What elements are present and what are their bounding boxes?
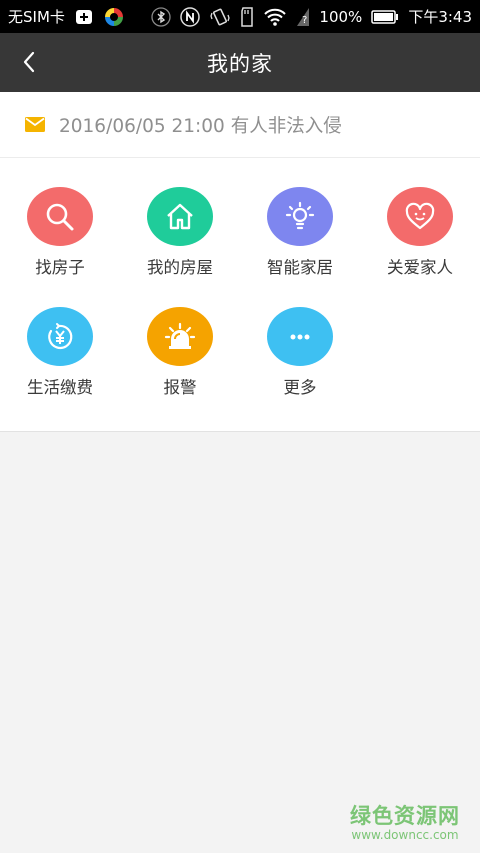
yen-icon [27, 307, 93, 366]
battery-icon [371, 9, 399, 25]
alert-notice[interactable]: 2016/06/05 21:00 有人非法入侵 [0, 92, 480, 158]
house-icon [147, 187, 213, 246]
svg-text:?: ? [302, 15, 307, 26]
grid-item-label: 智能家居 [267, 258, 333, 277]
grid-item-label: 生活缴费 [27, 378, 93, 397]
watermark-title: 绿色资源网 [350, 804, 460, 828]
grid-item-label: 报警 [163, 378, 197, 397]
no-signal-icon: ? [296, 7, 310, 27]
grid-item-more[interactable]: 更多 [240, 278, 360, 398]
grid-item-pay-bills[interactable]: 生活缴费 [0, 278, 120, 398]
feature-grid: 找房子 我的房屋 智能家居 关爱家人 生活缴费 报警 更多 [0, 158, 480, 432]
grid-item-label: 我的房屋 [147, 258, 213, 277]
chevron-left-icon [23, 51, 35, 73]
clock-text: 下午3:43 [408, 8, 472, 26]
grid-item-label: 找房子 [35, 258, 85, 277]
sd-card-icon [240, 6, 254, 27]
add-notification-icon [75, 9, 93, 25]
watermark: 绿色资源网 www.downcc.com [350, 800, 460, 842]
grid-item-care-family[interactable]: 关爱家人 [360, 158, 480, 278]
more-icon [267, 307, 333, 366]
alarm-icon [147, 307, 213, 366]
search-icon [27, 187, 93, 246]
grid-item-label: 更多 [283, 378, 317, 397]
back-button[interactable] [14, 47, 44, 77]
grid-item-alarm[interactable]: 报警 [120, 278, 240, 398]
grid-item-label: 关爱家人 [387, 258, 453, 277]
grid-item-smart-home[interactable]: 智能家居 [240, 158, 360, 278]
nfc-icon [180, 6, 201, 27]
status-bar: 无SIM卡 ? 100% 下午3:43 [0, 0, 480, 33]
vibrate-icon [209, 7, 231, 27]
battery-percent: 100% [319, 7, 363, 26]
wifi-icon [263, 7, 287, 27]
nav-bar: 我的家 [0, 33, 480, 92]
app-notification-icon [103, 6, 125, 28]
watermark-url: www.downcc.com [351, 828, 459, 842]
page-title: 我的家 [207, 51, 273, 76]
heart-icon [387, 187, 453, 246]
carrier-text: 无SIM卡 [8, 8, 65, 26]
grid-item-my-house[interactable]: 我的房屋 [120, 158, 240, 278]
lightbulb-icon [267, 187, 333, 246]
bluetooth-icon [151, 6, 172, 27]
grid-item-find-house[interactable]: 找房子 [0, 158, 120, 278]
notice-text: 2016/06/05 21:00 有人非法入侵 [59, 115, 342, 137]
mail-icon [25, 117, 45, 132]
